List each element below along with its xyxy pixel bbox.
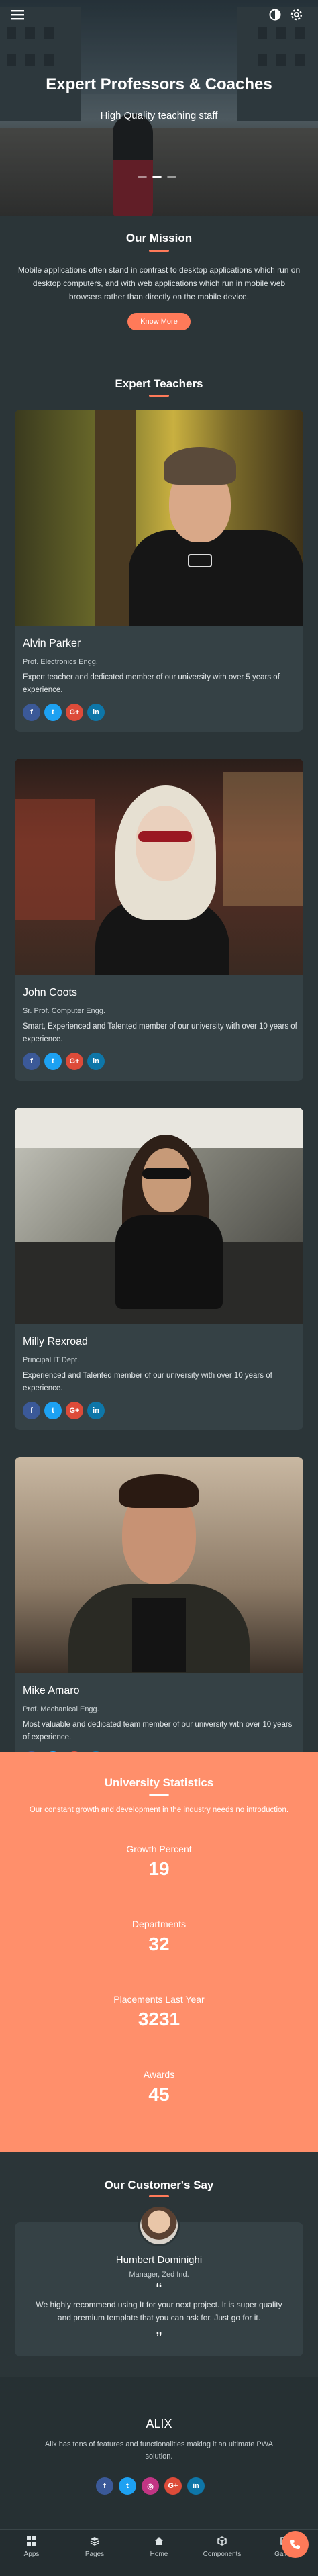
teachers-title: Expert Teachers [115,377,203,390]
stat-value: 19 [148,1858,170,1879]
linkedin-icon[interactable]: in [87,704,105,721]
avatar [138,2205,180,2246]
stats-subtitle: Our constant growth and development in t… [29,1806,289,1814]
teacher-card: Milly Rexroad Principal IT Dept. Experie… [15,1108,303,1430]
teacher-photo [15,759,303,975]
open-quote-icon: “ [156,2279,162,2299]
google-plus-icon[interactable]: G+ [66,1053,83,1070]
know-more-button[interactable]: Know More [127,313,191,330]
home-icon [127,2536,191,2548]
tab-home[interactable]: Home [127,2536,191,2558]
google-plus-icon[interactable]: G+ [66,1402,83,1419]
google-plus-icon[interactable]: G+ [66,704,83,721]
stats-title: University Statistics [104,1776,214,1789]
tab-label: Pages [85,2550,105,2558]
tab-label: Home [150,2550,168,2558]
slider-dot[interactable] [138,176,147,178]
twitter-icon[interactable]: t [44,1402,62,1419]
tab-components[interactable]: Components [191,2536,254,2558]
teacher-role: Sr. Prof. Computer Engg. [23,1007,105,1015]
instagram-icon[interactable]: ◎ [142,2477,159,2495]
slider-dots[interactable] [138,176,176,178]
hero-subtitle: High Quality teaching staff [100,110,218,122]
stack-icon [63,2536,126,2548]
twitter-icon[interactable]: t [44,1053,62,1070]
facebook-icon[interactable]: f [96,2477,113,2495]
bottom-tab-bar: Apps Pages Home Components Gallery [0,2529,318,2576]
phone-icon[interactable] [282,2531,309,2558]
teacher-socials: f t G+ in [23,704,105,721]
teacher-name: Milly Rexroad [23,1336,88,1347]
teacher-description: Expert teacher and dedicated member of o… [23,673,280,694]
close-quote-icon: ” [156,2328,162,2348]
hero-title: Expert Professors & Coaches [46,75,272,93]
teacher-role: Principal IT Dept. [23,1356,80,1364]
stat-label: Awards [143,2069,175,2080]
teacher-description: Most valuable and dedicated team member … [23,1721,293,1742]
facebook-icon[interactable]: f [23,1053,40,1070]
testimonial-name: Humbert Dominighi [115,2254,203,2266]
hamburger-icon[interactable] [9,7,25,23]
mission-title: Our Mission [125,232,193,244]
footer-brand: ALIX [146,2417,172,2430]
teacher-photo [15,1457,303,1673]
teacher-socials: f t G+ in [23,1053,105,1070]
stats-underline [149,1794,169,1796]
testimonial-title: Our Customer's Say [104,2179,214,2191]
teacher-name: Alvin Parker [23,638,81,649]
gear-icon[interactable] [288,7,305,23]
slider-dot-active[interactable] [152,176,162,178]
tab-pages[interactable]: Pages [63,2536,126,2558]
university-statistics: University Statistics Our constant growt… [0,1752,318,2152]
tab-label: Components [203,2550,242,2558]
teacher-socials: f t G+ in [23,1402,105,1419]
teacher-name: John Coots [23,987,77,998]
tab-label: Apps [23,2550,40,2558]
twitter-icon[interactable]: t [119,2477,136,2495]
linkedin-icon[interactable]: in [87,1402,105,1419]
google-plus-icon[interactable]: G+ [164,2477,182,2495]
hero-slider[interactable]: Expert Professors & Coaches High Quality… [0,0,318,216]
facebook-icon[interactable]: f [23,1402,40,1419]
teacher-photo [15,1108,303,1324]
twitter-icon[interactable]: t [44,704,62,721]
footer-text: Alix has tons of features and functional… [44,2440,274,2461]
testimonial-quote: We highly recommend using It for your ne… [36,2300,282,2322]
stat-label: Growth Percent [126,1844,192,1854]
slider-dot[interactable] [167,176,176,178]
facebook-icon[interactable]: f [23,704,40,721]
tab-apps[interactable]: Apps [0,2536,63,2558]
teacher-photo [15,410,303,626]
stat-value: 3231 [138,2009,180,2030]
stat-value: 45 [148,2084,170,2105]
teacher-card: Alvin Parker Prof. Electronics Engg. Exp… [15,410,303,732]
teacher-card: John Coots Sr. Prof. Computer Engg. Smar… [15,759,303,1081]
teacher-description: Smart, Experienced and Talented member o… [23,1022,297,1043]
linkedin-icon[interactable]: in [187,2477,205,2495]
mission-underline [149,250,169,252]
testimonial-role: Manager, Zed Ind. [129,2271,189,2279]
teacher-card: Mike Amaro Prof. Mechanical Engg. Most v… [15,1457,303,1779]
teacher-role: Prof. Electronics Engg. [23,658,98,666]
footer-socials: f t ◎ G+ in [96,2477,205,2495]
top-bar [0,0,318,30]
stat-label: Placements Last Year [113,1994,205,2005]
teacher-description: Experienced and Talented member of our u… [23,1372,272,1392]
half-circle-icon[interactable] [267,7,283,23]
cube-icon [191,2536,254,2548]
teachers-underline [149,395,169,397]
linkedin-icon[interactable]: in [87,1053,105,1070]
teacher-role: Prof. Mechanical Engg. [23,1705,99,1713]
grid-icon [0,2536,63,2548]
teacher-name: Mike Amaro [23,1685,80,1697]
stat-label: Departments [131,1919,187,1929]
stat-value: 32 [148,1934,170,1954]
testimonial-underline [149,2195,169,2197]
mission-text: Mobile applications often stand in contr… [17,265,301,301]
